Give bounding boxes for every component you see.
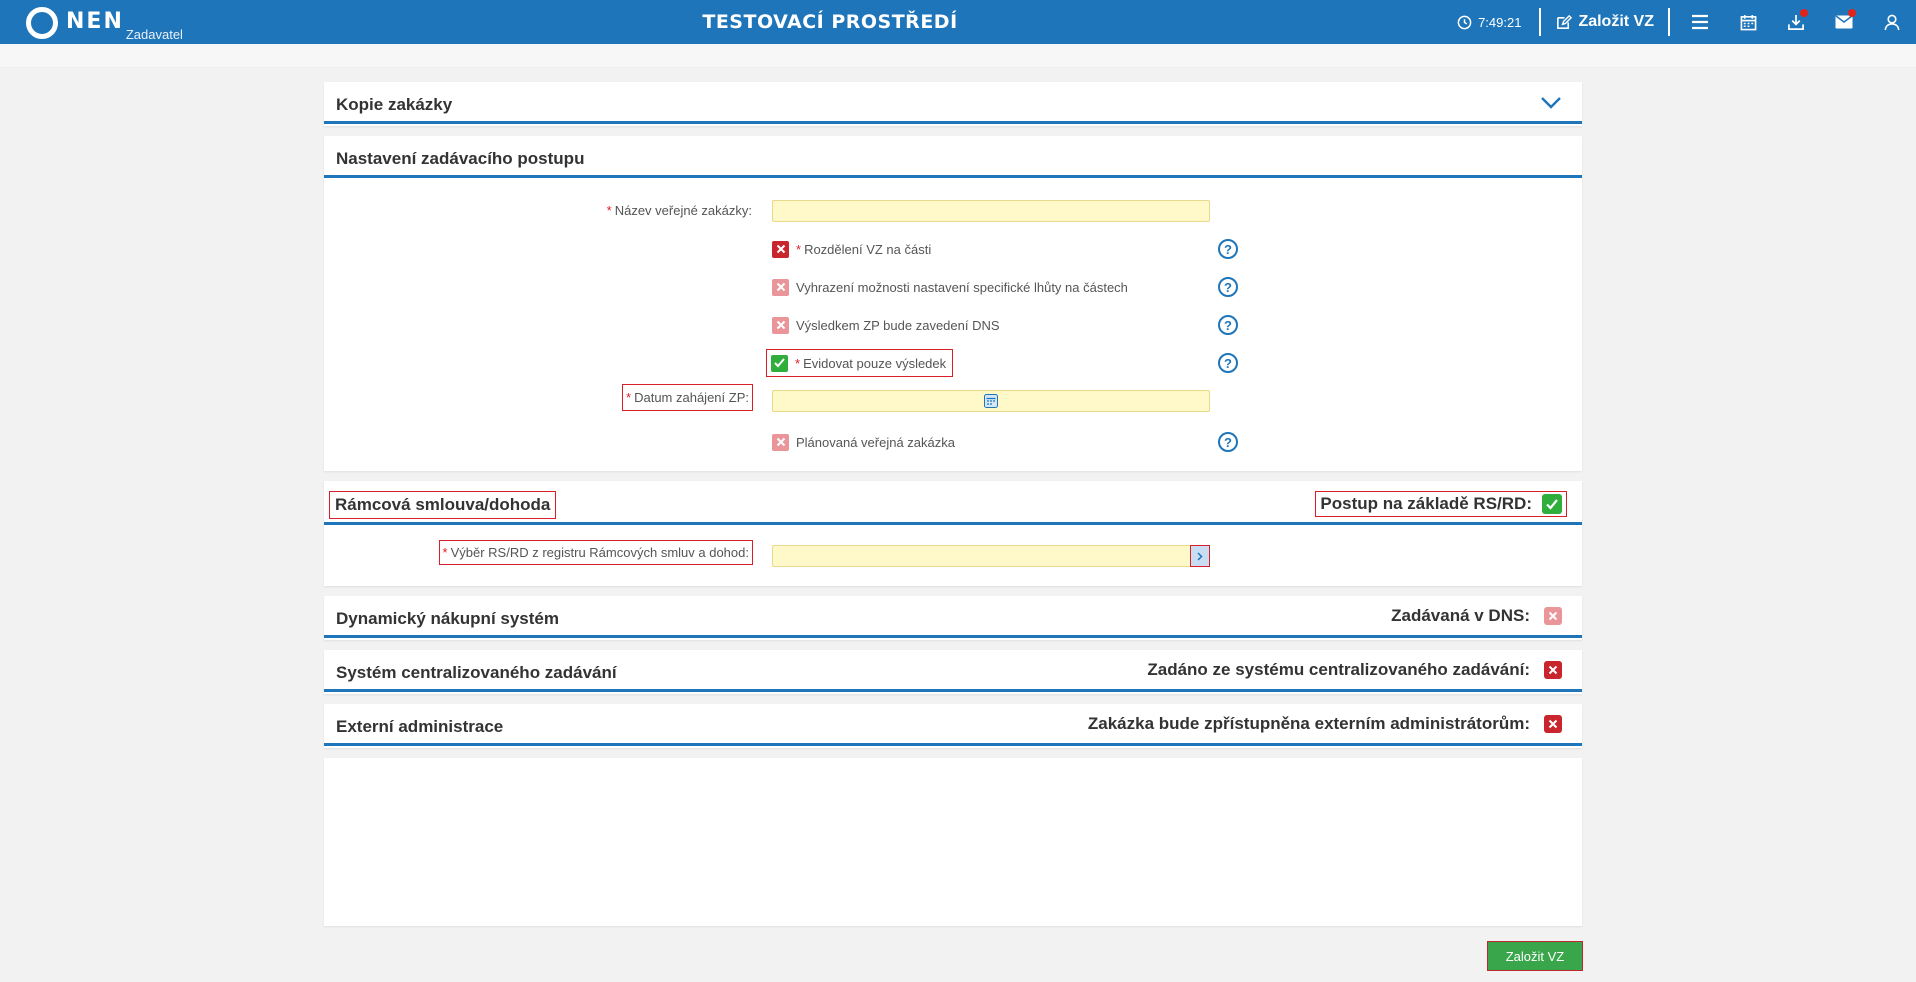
externi-administratori-toggle[interactable]: Zakázka bude zpřístupněna externím admin…	[1088, 714, 1562, 734]
create-vz-button[interactable]: Založit VZ	[1487, 941, 1583, 971]
help-icon[interactable]: ?	[1218, 432, 1238, 452]
planovana-zakazka-label: Plánovaná veřejná zakázka	[796, 434, 955, 450]
clock-icon	[1457, 15, 1472, 29]
user-button[interactable]	[1868, 0, 1916, 44]
envelope-icon	[1835, 15, 1853, 29]
row-datum-zahajeni: * Datum zahájení ZP:	[324, 384, 1582, 414]
panel-header[interactable]: Kopie zakázky	[324, 82, 1582, 124]
datum-zahajeni-input[interactable]	[772, 390, 1210, 412]
zavedeni-dns-label: Výsledkem ZP bude zavedení DNS	[796, 317, 1000, 333]
sub-bar	[0, 44, 1916, 68]
panel-title: Systém centralizovaného zadávání	[336, 663, 617, 682]
rozdeleni-vz-label: * Rozdělení VZ na části	[796, 241, 932, 257]
postup-rs-rd-label: Postup na základě RS/RD:	[1320, 494, 1532, 513]
vyber-rs-rd-label: * Výběr RS/RD z registru Rámcových smluv …	[438, 540, 754, 565]
top-bar: NEN Zadavatel TESTOVACÍ PROSTŘEDÍ 7:49:2…	[0, 0, 1916, 44]
row-planovana-zakazka: Plánovaná veřejná zakázka ?	[324, 429, 1582, 455]
chevron-down-icon[interactable]	[1540, 96, 1562, 110]
check-icon[interactable]	[1542, 494, 1562, 514]
menu-button[interactable]	[1676, 0, 1724, 44]
postup-rs-rd-toggle[interactable]: Postup na základě RS/RD:	[1315, 491, 1567, 517]
check-icon[interactable]	[771, 354, 788, 372]
panel-title: Externí administrace	[336, 717, 504, 736]
externi-administratori-label: Zakázka bude zpřístupněna externím admin…	[1087, 714, 1530, 733]
calendar-icon[interactable]	[984, 394, 998, 408]
panel-kopie-zakazky: Kopie zakázky	[324, 82, 1582, 126]
datum-zahajeni-label: * Datum zahájení ZP:	[622, 384, 753, 411]
nazev-zakazky-input[interactable]	[772, 200, 1210, 222]
panel-nastaveni-postupu: Nastavení zadávacího postupu * Název veře…	[324, 136, 1582, 471]
cross-icon[interactable]	[1544, 661, 1562, 679]
notification-dot	[1800, 9, 1808, 17]
row-vyber-rs-rd: * Výběr RS/RD z registru Rámcových smluv …	[324, 540, 1582, 569]
downloads-button[interactable]	[1772, 0, 1820, 44]
vyber-rs-rd-input[interactable]	[772, 545, 1210, 567]
nazev-zakazky-label: * Název veřejné zakázky:	[606, 203, 752, 218]
panel-title: Kopie zakázky	[336, 95, 453, 114]
help-icon[interactable]: ?	[1218, 315, 1238, 335]
cross-icon[interactable]	[772, 240, 789, 258]
notification-dot	[1848, 9, 1856, 17]
vyhrazeni-lhuty-checkbox: Vyhrazení možnosti nastavení specifické …	[772, 274, 1128, 300]
select-rs-rd-button[interactable]	[1190, 545, 1210, 567]
row-zavedeni-dns: Výsledkem ZP bude zavedení DNS ?	[324, 312, 1582, 338]
cross-icon	[772, 433, 789, 451]
edit-icon	[1557, 14, 1573, 29]
panel-header: Externí administrace Zakázka bude zpříst…	[324, 704, 1582, 746]
cross-icon	[772, 316, 789, 334]
panel-title: Dynamický nákupní systém	[336, 609, 559, 628]
calendar-button[interactable]	[1724, 0, 1772, 44]
cross-icon	[1544, 607, 1562, 625]
planovana-zakazka-checkbox: Plánovaná veřejná zakázka	[772, 429, 955, 455]
header-divider	[1668, 8, 1670, 36]
panel-ramcova-smlouva: Rámcová smlouva/dohoda Postup na základě…	[324, 481, 1582, 586]
messages-button[interactable]	[1820, 0, 1868, 44]
panel-header: Systém centralizovaného zadávání Zadáno …	[324, 650, 1582, 692]
evidovat-vysledek-checkbox[interactable]: * Evidovat pouze výsledek	[765, 349, 954, 377]
user-icon	[1884, 14, 1900, 30]
cross-icon	[772, 278, 789, 296]
centralizovane-zadavani-label: Zadáno ze systému centralizovaného zadáv…	[1147, 660, 1530, 679]
centralizovane-zadavani-toggle[interactable]: Zadáno ze systému centralizovaného zadáv…	[1147, 660, 1562, 680]
panel-header: Rámcová smlouva/dohoda Postup na základě…	[324, 481, 1582, 525]
zadavana-dns-toggle: Zadávaná v DNS:	[1391, 606, 1562, 626]
panel-externi-administrace: Externí administrace Zakázka bude zpříst…	[324, 704, 1582, 748]
help-icon[interactable]: ?	[1218, 239, 1238, 259]
create-vz-label: Založit VZ	[1578, 13, 1654, 30]
top-bar-actions: 7:49:21 Založit VZ	[1457, 0, 1916, 44]
row-rozdeleni-vz: * Rozdělení VZ na části ?	[324, 236, 1582, 262]
chevron-right-icon	[1197, 551, 1203, 561]
help-icon[interactable]: ?	[1218, 353, 1238, 373]
empty-panel	[324, 758, 1582, 926]
zadavana-dns-label: Zadávaná v DNS:	[1391, 606, 1530, 625]
rozdeleni-vz-checkbox[interactable]: * Rozdělení VZ na části	[772, 236, 931, 262]
evidovat-vysledek-label: * Evidovat pouze výsledek	[795, 355, 947, 371]
vyhrazeni-lhuty-label: Vyhrazení možnosti nastavení specifické …	[796, 279, 1128, 295]
clock-time: 7:49:21	[1478, 14, 1522, 30]
panel-centralizovane-zadavani: Systém centralizovaného zadávání Zadáno …	[324, 650, 1582, 694]
row-nazev-zakazky: * Název veřejné zakázky:	[324, 198, 1582, 224]
environment-title: TESTOVACÍ PROSTŘEDÍ	[702, 11, 958, 33]
zavedeni-dns-checkbox: Výsledkem ZP bude zavedení DNS	[772, 312, 1000, 338]
panel-dns: Dynamický nákupní systém Zadávaná v DNS:	[324, 596, 1582, 640]
calendar-icon	[1740, 14, 1756, 30]
create-vz-link[interactable]: Založit VZ	[1547, 13, 1662, 31]
panel-title: Nastavení zadávacího postupu	[336, 149, 585, 168]
row-vyhrazeni-lhuty: Vyhrazení možnosti nastavení specifické …	[324, 274, 1582, 300]
header-divider	[1539, 8, 1542, 36]
cross-icon[interactable]	[1544, 715, 1562, 733]
help-icon[interactable]: ?	[1218, 277, 1238, 297]
hamburger-icon	[1692, 14, 1708, 30]
panel-header: Nastavení zadávacího postupu	[324, 136, 1582, 178]
row-evidovat-vysledek: * Evidovat pouze výsledek ?	[324, 349, 1582, 377]
session-clock: 7:49:21	[1457, 15, 1521, 30]
panel-header: Dynamický nákupní systém Zadávaná v DNS:	[324, 596, 1582, 638]
panel-title: Rámcová smlouva/dohoda	[328, 491, 557, 519]
